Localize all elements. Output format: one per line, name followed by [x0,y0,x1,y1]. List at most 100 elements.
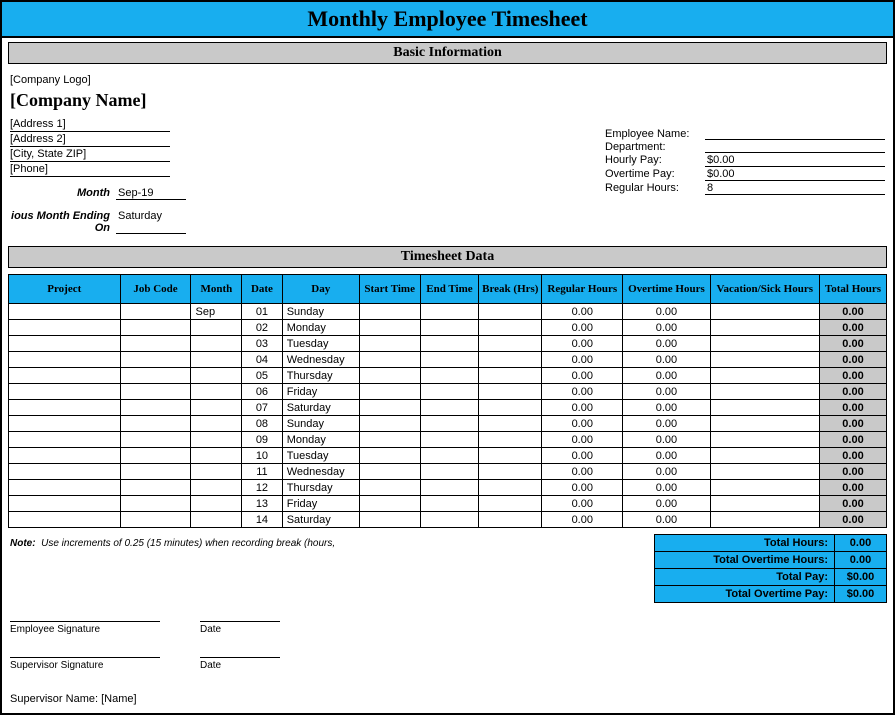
cell-jobcode[interactable] [120,400,191,416]
cell-break[interactable] [479,352,542,368]
table-row: 09Monday0.000.000.00 [9,432,887,448]
cell-project[interactable] [9,480,121,496]
supervisor-signature-line[interactable]: Supervisor Signature [10,657,160,671]
cell-project[interactable] [9,400,121,416]
cell-break[interactable] [479,512,542,528]
cell-vacation[interactable] [710,320,819,336]
cell-start[interactable] [359,416,420,432]
cell-start[interactable] [359,464,420,480]
cell-jobcode[interactable] [120,512,191,528]
department-value[interactable] [705,141,885,153]
cell-break[interactable] [479,416,542,432]
cell-end[interactable] [420,496,479,512]
cell-start[interactable] [359,320,420,336]
employee-signature-date[interactable]: Date [200,621,280,635]
cell-end[interactable] [420,352,479,368]
cell-break[interactable] [479,368,542,384]
cell-end[interactable] [420,512,479,528]
cell-start[interactable] [359,304,420,320]
cell-jobcode[interactable] [120,336,191,352]
month-ending-value[interactable]: Saturday [116,210,186,234]
cell-break[interactable] [479,464,542,480]
cell-vacation[interactable] [710,512,819,528]
cell-jobcode[interactable] [120,352,191,368]
overtime-pay-value[interactable]: $0.00 [705,168,885,181]
cell-vacation[interactable] [710,384,819,400]
cell-break[interactable] [479,400,542,416]
cell-end[interactable] [420,400,479,416]
cell-end[interactable] [420,448,479,464]
cell-end[interactable] [420,464,479,480]
cell-end[interactable] [420,416,479,432]
cell-vacation[interactable] [710,336,819,352]
cell-project[interactable] [9,368,121,384]
month-value[interactable]: Sep-19 [116,187,186,200]
cell-vacation[interactable] [710,448,819,464]
cell-break[interactable] [479,432,542,448]
cell-vacation[interactable] [710,368,819,384]
cell-vacation[interactable] [710,352,819,368]
cell-end[interactable] [420,368,479,384]
cell-jobcode[interactable] [120,384,191,400]
cell-jobcode[interactable] [120,320,191,336]
cell-end[interactable] [420,480,479,496]
cell-start[interactable] [359,432,420,448]
cell-start[interactable] [359,448,420,464]
cell-start[interactable] [359,368,420,384]
cell-jobcode[interactable] [120,464,191,480]
cell-jobcode[interactable] [120,496,191,512]
cell-end[interactable] [420,304,479,320]
employee-signature-line[interactable]: Employee Signature [10,621,160,635]
cell-project[interactable] [9,320,121,336]
cell-project[interactable] [9,432,121,448]
address-line-2[interactable]: [Address 2] [10,132,170,147]
cell-project[interactable] [9,352,121,368]
cell-break[interactable] [479,304,542,320]
cell-project[interactable] [9,448,121,464]
cell-break[interactable] [479,320,542,336]
city-state-zip[interactable]: [City, State ZIP] [10,147,170,162]
cell-jobcode[interactable] [120,368,191,384]
hourly-pay-value[interactable]: $0.00 [705,154,885,167]
cell-jobcode[interactable] [120,448,191,464]
cell-project[interactable] [9,416,121,432]
cell-vacation[interactable] [710,480,819,496]
cell-project[interactable] [9,496,121,512]
cell-start[interactable] [359,400,420,416]
cell-project[interactable] [9,384,121,400]
employee-name-value[interactable] [705,128,885,140]
cell-project[interactable] [9,336,121,352]
cell-end[interactable] [420,320,479,336]
cell-break[interactable] [479,384,542,400]
cell-end[interactable] [420,336,479,352]
regular-hours-value[interactable]: 8 [705,182,885,195]
cell-break[interactable] [479,448,542,464]
cell-vacation[interactable] [710,304,819,320]
cell-start[interactable] [359,384,420,400]
cell-jobcode[interactable] [120,304,191,320]
cell-start[interactable] [359,496,420,512]
cell-start[interactable] [359,352,420,368]
cell-break[interactable] [479,496,542,512]
cell-project[interactable] [9,464,121,480]
cell-jobcode[interactable] [120,432,191,448]
cell-project[interactable] [9,304,121,320]
supervisor-signature-date[interactable]: Date [200,657,280,671]
cell-jobcode[interactable] [120,480,191,496]
cell-break[interactable] [479,480,542,496]
cell-start[interactable] [359,336,420,352]
cell-start[interactable] [359,480,420,496]
cell-vacation[interactable] [710,432,819,448]
cell-vacation[interactable] [710,416,819,432]
cell-end[interactable] [420,384,479,400]
cell-vacation[interactable] [710,400,819,416]
cell-end[interactable] [420,432,479,448]
cell-jobcode[interactable] [120,416,191,432]
cell-break[interactable] [479,336,542,352]
phone[interactable]: [Phone] [10,162,170,177]
cell-start[interactable] [359,512,420,528]
cell-vacation[interactable] [710,464,819,480]
cell-project[interactable] [9,512,121,528]
address-line-1[interactable]: [Address 1] [10,117,170,132]
cell-vacation[interactable] [710,496,819,512]
